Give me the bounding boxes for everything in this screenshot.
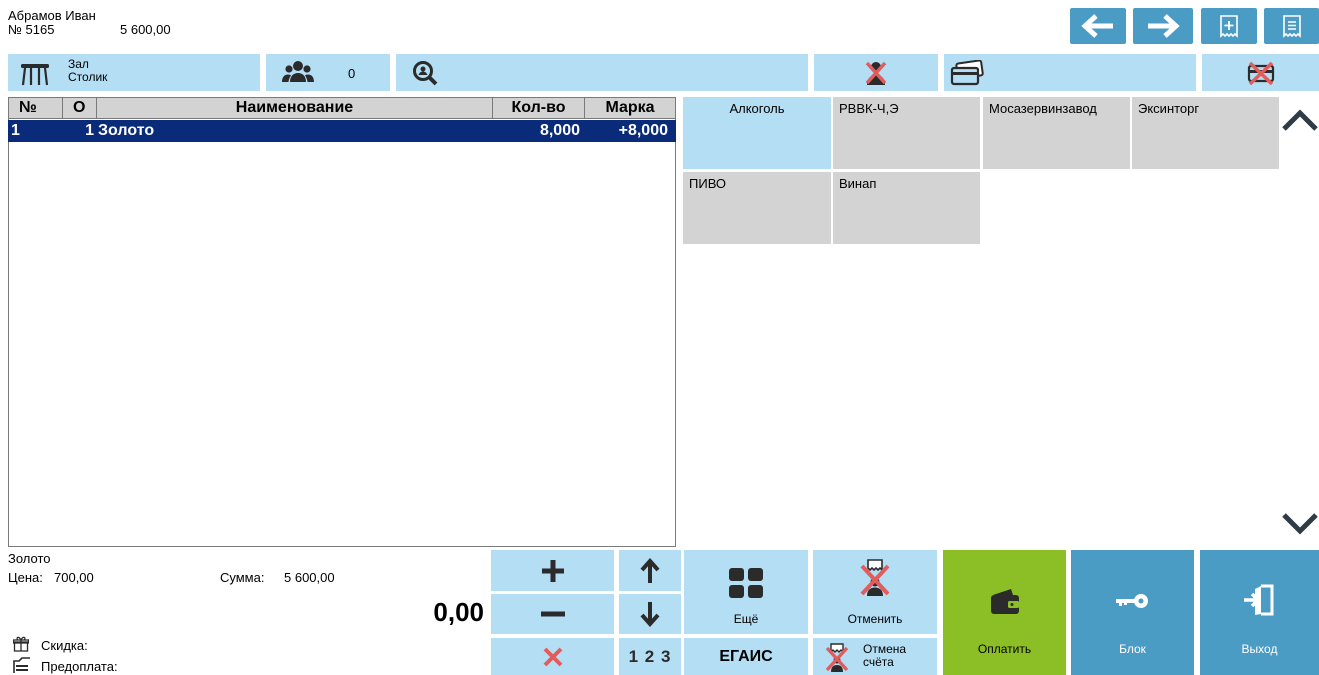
price-value: 700,00 <box>54 570 94 585</box>
table-row[interactable]: 1 1 Золото 8,000 +8,000 <box>8 120 676 142</box>
back-button[interactable] <box>1070 8 1126 44</box>
header-info: Абрамов Иван № 5165 5 600,00 <box>8 9 171 37</box>
minus-button[interactable] <box>491 594 614 634</box>
numpad-button[interactable]: 1 2 3 <box>619 638 681 675</box>
row-mark: +8,000 <box>618 122 668 139</box>
remove-person-icon <box>865 61 887 85</box>
remove-card-button[interactable] <box>1202 54 1319 91</box>
egais-button[interactable]: ЕГАИС <box>684 638 808 675</box>
row-o: 1 <box>85 122 94 139</box>
col-mark: Марка <box>605 99 655 116</box>
wallet-icon <box>991 589 1019 614</box>
cancel-bill-label: Отмена счёта <box>863 642 907 669</box>
category-tile[interactable]: ПИВО <box>683 172 831 244</box>
cancel-bill-icon <box>825 643 849 672</box>
table-select-button[interactable]: Зал Столик <box>8 54 260 91</box>
guests-icon <box>282 61 314 82</box>
waiter-name: Абрамов Иван <box>8 8 96 23</box>
exit-button[interactable]: Выход <box>1200 550 1319 675</box>
table-label: Столик <box>68 70 108 84</box>
order-total: 5 600,00 <box>120 22 171 37</box>
arrow-down-icon <box>640 602 660 627</box>
plus-icon <box>541 559 564 582</box>
add-bill-icon <box>1220 15 1238 38</box>
minus-icon <box>540 611 565 617</box>
discount-label: Скидка: <box>41 638 88 653</box>
forward-button[interactable] <box>1133 8 1193 44</box>
row-number: 1 <box>11 122 20 139</box>
cancel-button[interactable]: Отменить <box>813 550 937 634</box>
exit-label: Выход <box>1241 642 1278 656</box>
order-number: № 5165 <box>8 22 55 37</box>
exit-icon <box>1244 584 1274 616</box>
guests-count: 0 <box>348 66 356 81</box>
remove-card-icon <box>1247 61 1274 85</box>
more-label: Ещё <box>733 612 759 626</box>
row-qty: 8,000 <box>539 122 580 139</box>
grid-icon <box>729 568 763 598</box>
chevron-up-icon[interactable] <box>1281 108 1319 132</box>
price-label: Цена: <box>8 570 43 585</box>
quantity-display: 0,00 <box>433 597 484 627</box>
lock-button[interactable]: Блок <box>1071 550 1194 675</box>
key-icon <box>1116 594 1148 608</box>
egais-label: ЕГАИС <box>719 647 773 665</box>
guests-button[interactable]: 0 <box>266 54 390 91</box>
row-name: Золото <box>98 122 155 139</box>
new-bill-button[interactable] <box>1201 8 1257 44</box>
remove-waiter-button[interactable] <box>814 54 938 91</box>
arrow-up-icon <box>640 557 660 583</box>
sum-value: 5 600,00 <box>284 570 335 585</box>
sum-label: Сумма: <box>220 570 265 585</box>
table-header: № О Наименование Кол-во Марка <box>8 97 676 119</box>
selected-item-name: Золото <box>8 551 51 566</box>
prepay-icon <box>13 657 30 673</box>
col-qty: Кол-во <box>493 98 585 118</box>
table-icon <box>21 64 49 86</box>
arrow-left-icon <box>1081 14 1113 38</box>
order-table <box>8 97 676 547</box>
payment-card-button[interactable] <box>944 54 1196 91</box>
pay-label: Оплатить <box>977 642 1032 656</box>
pay-button[interactable]: Оплатить <box>943 550 1066 675</box>
plus-button[interactable] <box>491 550 614 591</box>
col-o: О <box>63 98 97 118</box>
category-tile[interactable]: Мосазервинзавод <box>983 97 1130 169</box>
category-tile[interactable]: Эксинторг <box>1132 97 1279 169</box>
cancel-bill-button[interactable]: Отмена счёта <box>813 638 937 675</box>
arrow-right-icon <box>1148 14 1180 38</box>
prepay-label: Предоплата: <box>41 659 118 674</box>
category-tile[interactable]: Винап <box>833 172 980 244</box>
category-tile[interactable]: РВВК-Ч,Э <box>833 97 980 169</box>
card-icon <box>950 60 984 86</box>
down-button[interactable] <box>619 594 681 634</box>
numpad-label: 1 2 3 <box>628 646 672 666</box>
delete-item-button[interactable] <box>491 638 614 675</box>
close-icon <box>543 647 562 666</box>
lock-label: Блок <box>1119 642 1146 656</box>
more-button[interactable]: Ещё <box>684 550 808 634</box>
bill-icon <box>1282 15 1301 38</box>
bill-list-button[interactable] <box>1264 8 1319 44</box>
gift-icon <box>13 636 29 652</box>
cancel-label: Отменить <box>847 612 903 626</box>
col-name: Наименование <box>97 98 493 118</box>
chevron-down-icon[interactable] <box>1281 512 1319 536</box>
up-button[interactable] <box>619 550 681 591</box>
search-button[interactable] <box>396 54 808 91</box>
search-icon <box>413 61 438 86</box>
col-number: № <box>9 98 63 118</box>
category-tile[interactable]: Алкоголь <box>683 97 831 169</box>
cancel-icon <box>860 559 890 596</box>
